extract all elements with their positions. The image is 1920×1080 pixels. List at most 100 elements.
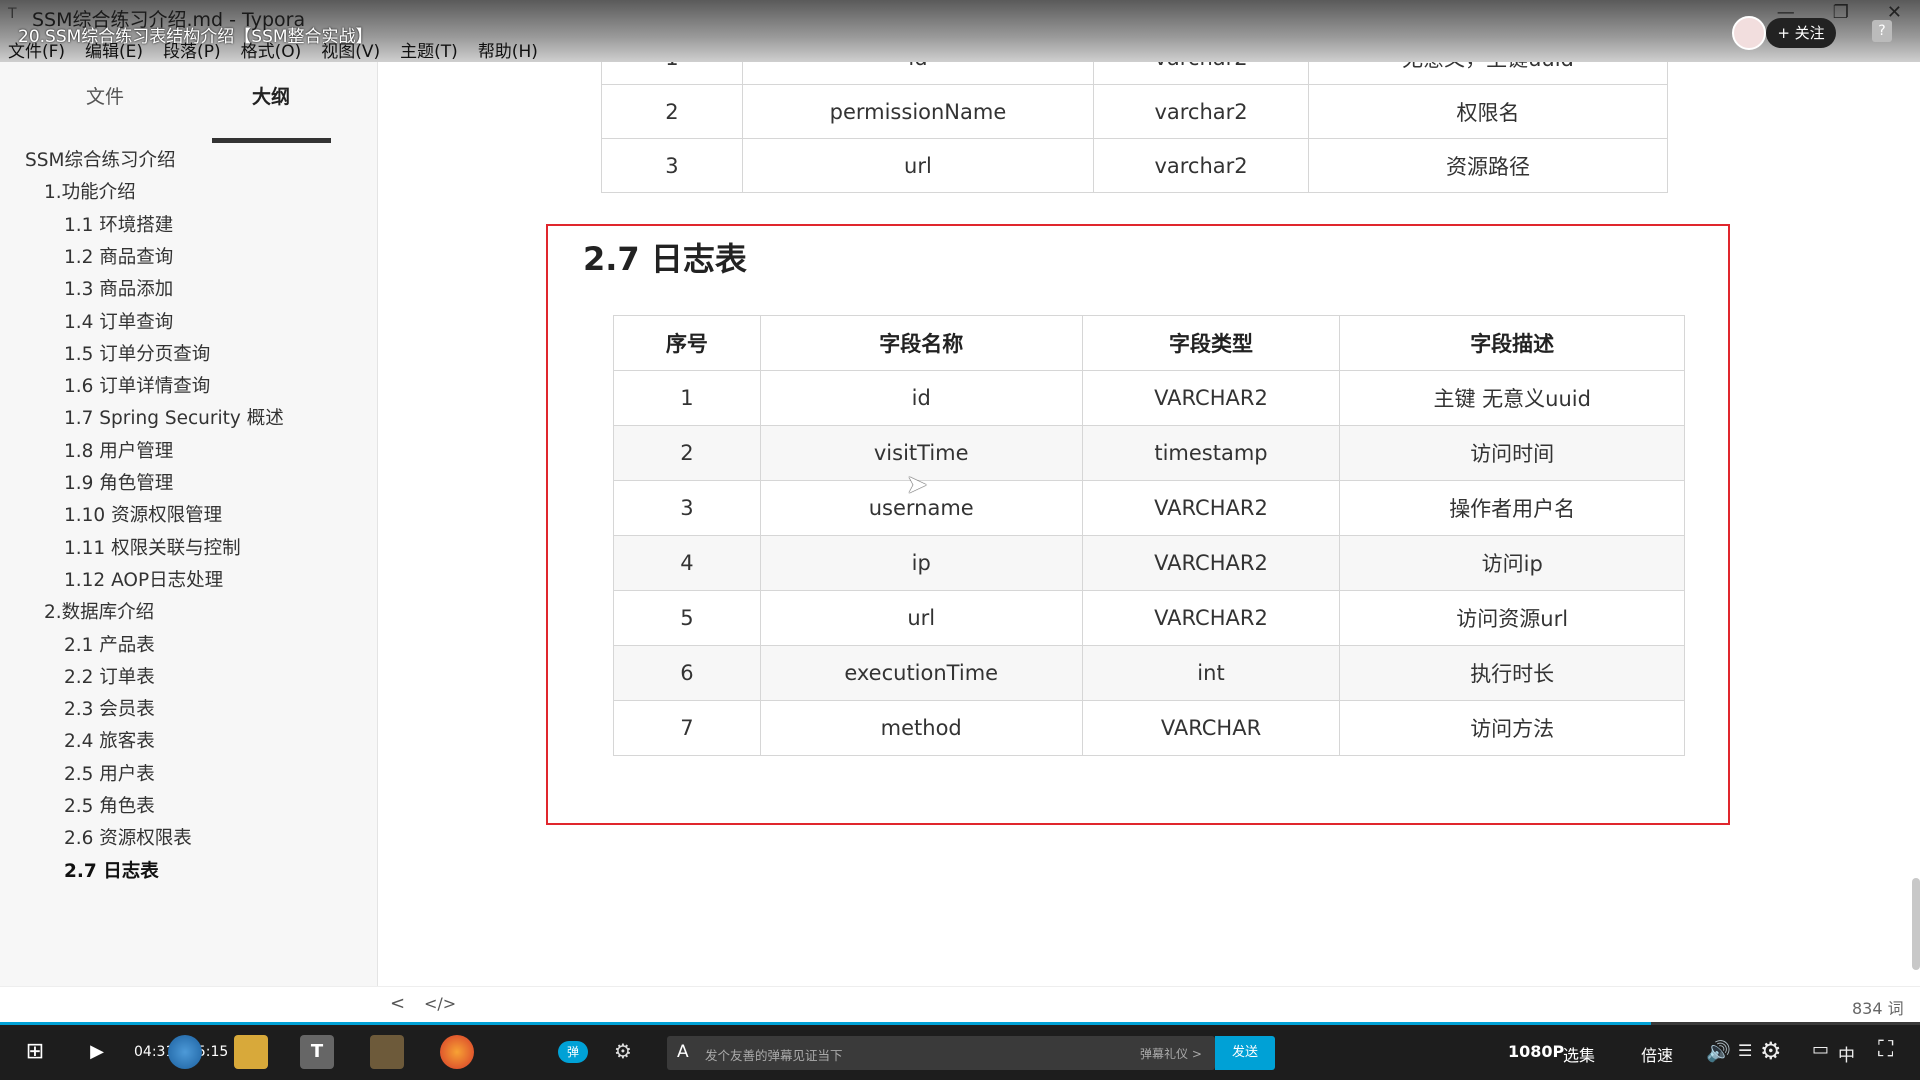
- outline-item[interactable]: 1.功能介绍: [44, 178, 136, 204]
- outline-item[interactable]: 2.5 用户表: [64, 760, 155, 786]
- table-cell[interactable]: varchar2: [1093, 84, 1309, 139]
- table-cell[interactable]: varchar2: [1093, 138, 1309, 193]
- table-cell[interactable]: 权限名: [1307, 84, 1669, 139]
- table-cell[interactable]: 2: [601, 84, 743, 139]
- outline-item[interactable]: 2.6 资源权限表: [64, 824, 192, 850]
- table-cell[interactable]: executionTime: [759, 645, 1083, 701]
- menu-theme[interactable]: 主题(T): [400, 37, 458, 62]
- table-cell[interactable]: 主键 无意义uuid: [1339, 370, 1685, 426]
- table-cell[interactable]: varchar2: [1093, 62, 1309, 85]
- table-header-cell[interactable]: 字段描述: [1339, 315, 1685, 371]
- outline-item[interactable]: 1.10 资源权限管理: [64, 501, 222, 527]
- maximize-button[interactable]: ❐: [1833, 2, 1849, 23]
- outline-item[interactable]: 1.4 订单查询: [64, 308, 173, 334]
- picture-in-picture-icon[interactable]: ▭: [1812, 1039, 1829, 1060]
- outline-item[interactable]: 2.1 产品表: [64, 631, 155, 657]
- danmu-style-icon[interactable]: A: [677, 1042, 689, 1062]
- file-explorer-taskbar-icon[interactable]: [234, 1035, 268, 1069]
- fullscreen-icon[interactable]: ⛶: [1878, 1037, 1893, 1062]
- game-taskbar-icon[interactable]: [370, 1035, 404, 1069]
- outline-item[interactable]: 1.11 权限关联与控制: [64, 534, 241, 560]
- tab-files[interactable]: 文件: [86, 82, 124, 109]
- table-cell[interactable]: 访问资源url: [1339, 590, 1685, 646]
- danmu-list-icon[interactable]: ☰: [1738, 1041, 1752, 1060]
- outline-item[interactable]: 1.6 订单详情查询: [64, 372, 210, 398]
- uploader-avatar[interactable]: [1732, 16, 1766, 50]
- table-cell[interactable]: url: [741, 138, 1095, 193]
- table-cell[interactable]: 5: [613, 590, 761, 646]
- danmu-toggle[interactable]: 弹: [558, 1041, 588, 1063]
- table-cell[interactable]: id: [759, 370, 1083, 426]
- episode-select-button[interactable]: 选集: [1563, 1042, 1595, 1066]
- table-cell[interactable]: timestamp: [1081, 425, 1341, 481]
- danmu-settings-icon[interactable]: ⚙: [614, 1039, 632, 1063]
- table-cell[interactable]: VARCHAR2: [1081, 370, 1341, 426]
- table-cell[interactable]: 3: [601, 138, 743, 193]
- typora-taskbar-icon[interactable]: T: [300, 1035, 334, 1069]
- table-cell[interactable]: 无意义，主键uuid: [1307, 62, 1669, 85]
- input-method-indicator[interactable]: 中: [1838, 1041, 1855, 1066]
- outline-item[interactable]: 1.12 AOP日志处理: [64, 566, 223, 592]
- outline-item[interactable]: 1.2 商品查询: [64, 243, 173, 269]
- outline-item[interactable]: 1.7 Spring Security 概述: [64, 404, 284, 430]
- menu-paragraph[interactable]: 段落(P): [163, 37, 221, 62]
- outline-item[interactable]: 1.5 订单分页查询: [64, 340, 210, 366]
- table-cell[interactable]: 2: [613, 425, 761, 481]
- help-icon[interactable]: ?: [1872, 20, 1892, 42]
- table-cell[interactable]: 访问时间: [1339, 425, 1685, 481]
- word-count[interactable]: 834 词: [1852, 995, 1904, 1019]
- outline-item[interactable]: 1.8 用户管理: [64, 437, 173, 463]
- table-cell[interactable]: 7: [613, 700, 761, 756]
- menu-help[interactable]: 帮助(H): [478, 37, 538, 62]
- table-cell[interactable]: 6: [613, 645, 761, 701]
- table-cell[interactable]: 3: [613, 480, 761, 536]
- table-cell[interactable]: VARCHAR2: [1081, 590, 1341, 646]
- outline-item[interactable]: 2.数据库介绍: [44, 598, 154, 624]
- outline-item[interactable]: 2.4 旅客表: [64, 727, 155, 753]
- source-mode-icon[interactable]: </>: [424, 994, 456, 1013]
- table-cell[interactable]: 1: [601, 62, 743, 85]
- outline-item[interactable]: 1.3 商品添加: [64, 275, 173, 301]
- scrollbar-thumb[interactable]: [1912, 878, 1920, 970]
- table-cell[interactable]: int: [1081, 645, 1341, 701]
- table-cell[interactable]: method: [759, 700, 1083, 756]
- volume-icon[interactable]: 🔊: [1706, 1039, 1731, 1063]
- send-button[interactable]: 发送: [1215, 1036, 1275, 1070]
- table-cell[interactable]: 执行时长: [1339, 645, 1685, 701]
- outline-item[interactable]: 2.5 角色表: [64, 792, 155, 818]
- menu-edit[interactable]: 编辑(E): [85, 37, 143, 62]
- menu-file[interactable]: 文件(F): [8, 37, 65, 62]
- table-cell[interactable]: 资源路径: [1307, 138, 1669, 193]
- table-cell[interactable]: 访问方法: [1339, 700, 1685, 756]
- menu-format[interactable]: 格式(O): [241, 37, 302, 62]
- outline-item[interactable]: 2.2 订单表: [64, 663, 155, 689]
- table-cell[interactable]: id: [741, 62, 1095, 85]
- follow-button[interactable]: + 关注: [1766, 18, 1836, 48]
- table-cell[interactable]: url: [759, 590, 1083, 646]
- tab-outline[interactable]: 大纲: [252, 82, 290, 109]
- table-cell[interactable]: VARCHAR2: [1081, 535, 1341, 591]
- chrome-taskbar-icon[interactable]: [168, 1035, 202, 1069]
- table-cell[interactable]: permissionName: [741, 84, 1095, 139]
- settings-icon[interactable]: ⚙: [1760, 1037, 1782, 1065]
- outline-item[interactable]: 2.7 日志表: [64, 857, 159, 883]
- table-cell[interactable]: 访问ip: [1339, 535, 1685, 591]
- editor-area[interactable]: 1idvarchar2无意义，主键uuid2permissionNamevarc…: [379, 62, 1920, 1022]
- outline-item[interactable]: 1.1 环境搭建: [64, 211, 173, 237]
- quality-button[interactable]: 1080P: [1508, 1042, 1564, 1061]
- table-header-cell[interactable]: 字段名称: [759, 315, 1083, 371]
- table-cell[interactable]: 4: [613, 535, 761, 591]
- outline-item[interactable]: 1.9 角色管理: [64, 469, 173, 495]
- table-cell[interactable]: 1: [613, 370, 761, 426]
- menu-view[interactable]: 视图(V): [321, 37, 380, 62]
- outline-item[interactable]: 2.3 会员表: [64, 695, 155, 721]
- outline-item[interactable]: SSM综合练习介绍: [25, 146, 175, 172]
- table-cell[interactable]: VARCHAR2: [1081, 480, 1341, 536]
- table-cell[interactable]: 操作者用户名: [1339, 480, 1685, 536]
- table-header-cell[interactable]: 序号: [613, 315, 761, 371]
- table-cell[interactable]: VARCHAR: [1081, 700, 1341, 756]
- danmu-input[interactable]: A 发个友善的弹幕见证当下 弹幕礼仪 >: [667, 1036, 1215, 1070]
- play-next-icon[interactable]: ▶: [80, 1035, 114, 1069]
- speed-button[interactable]: 倍速: [1641, 1042, 1673, 1066]
- danmu-etiquette-link[interactable]: 弹幕礼仪 >: [1140, 1045, 1202, 1062]
